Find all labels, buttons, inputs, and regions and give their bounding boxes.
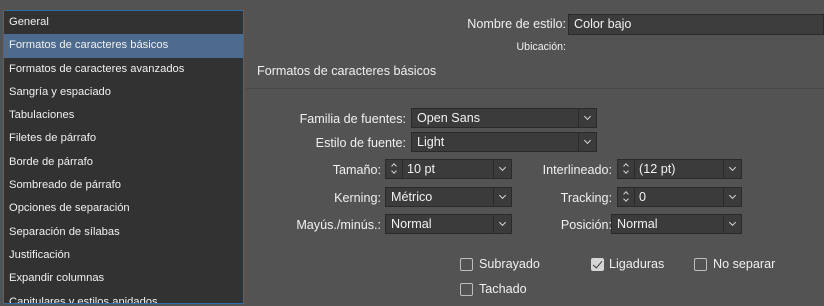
stepper-icon[interactable] — [618, 188, 635, 206]
underline-checkbox[interactable] — [460, 258, 473, 271]
section-divider — [246, 88, 824, 89]
sidebar-item-tabs[interactable]: Tabulaciones — [4, 104, 243, 127]
tracking-label: Tracking: — [560, 191, 612, 205]
font-style-dropdown[interactable]: Light — [411, 132, 597, 152]
chevron-down-icon — [723, 160, 741, 178]
leading-label: Interlineado: — [542, 163, 612, 177]
size-label: Tamaño: — [332, 163, 381, 177]
no-break-label[interactable]: No separar — [713, 257, 775, 271]
underline-label[interactable]: Subrayado — [479, 257, 540, 271]
case-label: Mayús./minús.: — [296, 218, 381, 232]
ligatures-checkbox[interactable] — [591, 258, 604, 271]
style-name-label: Nombre de estilo: — [467, 17, 566, 31]
kerning-value: Métrico — [391, 190, 433, 204]
sidebar-item-keep-options[interactable]: Opciones de separación — [4, 197, 243, 220]
sidebar-item-paragraph-shading[interactable]: Sombreado de párrafo — [4, 174, 243, 197]
font-style-label: Estilo de fuente: — [315, 136, 406, 150]
chevron-down-icon — [578, 109, 596, 127]
sidebar-item-basic-character-formats[interactable]: Formatos de caracteres básicos — [4, 34, 243, 58]
position-dropdown[interactable]: Normal — [611, 214, 742, 234]
leading-value: (12 pt) — [639, 162, 676, 176]
section-title: Formatos de caracteres básicos — [257, 64, 437, 78]
stepper-icon[interactable] — [386, 160, 403, 178]
position-label: Posición: — [560, 218, 612, 232]
chevron-down-icon — [723, 188, 741, 206]
sidebar-item-justification[interactable]: Justificación — [4, 244, 243, 267]
chevron-down-icon — [723, 215, 741, 233]
sidebar-item-paragraph-rules[interactable]: Filetes de párrafo — [4, 127, 243, 150]
chevron-down-icon — [493, 160, 511, 178]
leading-field[interactable]: (12 pt) — [617, 159, 742, 179]
size-value: 10 pt — [407, 162, 436, 176]
category-sidebar: General Formatos de caracteres básicos F… — [3, 10, 244, 304]
kerning-label: Kerning: — [334, 191, 381, 205]
no-break-checkbox[interactable] — [694, 258, 707, 271]
position-value: Normal — [617, 217, 658, 231]
chevron-down-icon — [578, 133, 596, 151]
sidebar-item-span-columns[interactable]: Expandir columnas — [4, 267, 243, 290]
sidebar-item-paragraph-border[interactable]: Borde de párrafo — [4, 151, 243, 174]
strikethrough-label[interactable]: Tachado — [479, 282, 527, 296]
location-label: Ubicación: — [516, 41, 566, 53]
tracking-value: 0 — [639, 190, 647, 204]
case-dropdown[interactable]: Normal — [385, 214, 512, 234]
font-family-label: Familia de fuentes: — [299, 112, 406, 126]
tracking-field[interactable]: 0 — [617, 187, 742, 207]
sidebar-item-advanced-character-formats[interactable]: Formatos de caracteres avanzados — [4, 58, 243, 81]
sidebar-item-indents-spacing[interactable]: Sangría y espaciado — [4, 81, 243, 104]
sidebar-item-hyphenation[interactable]: Separación de sílabas — [4, 221, 243, 244]
sidebar-item-drop-caps-nested-styles[interactable]: Capitulares y estilos anidados — [4, 291, 243, 303]
style-name-input[interactable]: Color bajo — [568, 14, 824, 35]
chevron-down-icon — [493, 188, 511, 206]
kerning-dropdown[interactable]: Métrico — [385, 187, 512, 207]
font-family-dropdown[interactable]: Open Sans — [411, 108, 597, 128]
ligatures-label[interactable]: Ligaduras — [609, 257, 664, 271]
font-style-value: Light — [417, 135, 445, 149]
size-field[interactable]: 10 pt — [385, 159, 512, 179]
strikethrough-checkbox[interactable] — [460, 283, 473, 296]
sidebar-item-general[interactable]: General — [4, 11, 243, 34]
font-family-value: Open Sans — [417, 111, 481, 125]
stepper-icon[interactable] — [618, 160, 635, 178]
case-value: Normal — [391, 217, 432, 231]
chevron-down-icon — [493, 215, 511, 233]
